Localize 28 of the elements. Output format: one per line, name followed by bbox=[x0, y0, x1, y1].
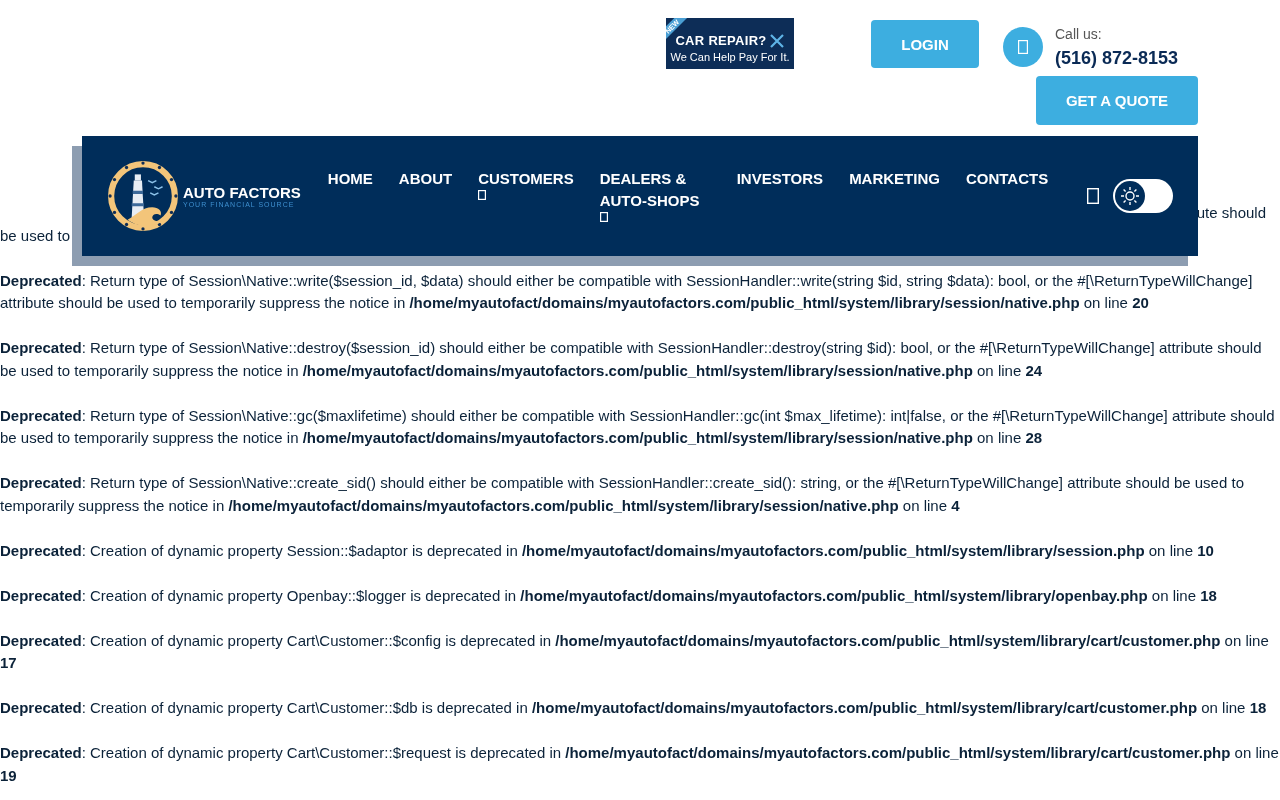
lighthouse-logo-icon bbox=[107, 160, 179, 232]
deprecation-notice: Deprecated: Creation of dynamic property Cart\Customer::$config is deprecated in /home/myautofact/domains/myautofactors.com/public_html/system/library/cart/customer.php on line 17 bbox=[0, 630, 1270, 673]
sun-icon bbox=[1120, 186, 1140, 206]
theme-toggle[interactable] bbox=[1113, 179, 1173, 213]
nav-item[interactable]: MARKETING bbox=[836, 168, 953, 222]
nav-item[interactable]: INVESTORS bbox=[723, 168, 837, 222]
deprecation-notice: Deprecated: Creation of dynamic property Cart\Customer::$db is deprecated in /home/myautofact/domains/myautofactors.com/public_html/system/library/cart/customer.php on line 18 bbox=[0, 698, 1268, 718]
deprecation-notice: Deprecated: Return type of Session\Native::write($session_id, $data) should either be compatible with SessionHandler::write(string $id, string $data): bool, or the #[\ReturnTypeWillChange] attribute should be used to temporarily suppress the notice in /home/myautofact/domains/myautofactors.com/public_html/system/library/session/native.php on line 20 bbox=[0, 270, 1254, 313]
call-label: Call us: bbox=[1055, 26, 1102, 42]
placeholder-icon[interactable] bbox=[1087, 188, 1099, 204]
deprecation-notice: Deprecated: Return type of Session\Native::gc($maxlifetime) should either be compatible with SessionHandler::gc(int $max_lifetime): int|false, or the #[\ReturnTypeWillChange] attribute should be used to temporarily suppress the notice in /home/myautofact/domains/myautofactors.com/public_html/system/library/session/native.php on line 28 bbox=[0, 405, 1276, 448]
phone-icon bbox=[1003, 27, 1043, 67]
nav-item[interactable]: ABOUT bbox=[385, 168, 466, 222]
deprecation-notice: Deprecated: Creation of dynamic property Cart\Customer::$request is deprecated in /home/myautofact/domains/myautofactors.com/public_html/system/library/cart/customer.php on line 19 bbox=[0, 743, 1280, 786]
logo-name: AUTO FACTORS bbox=[183, 184, 301, 201]
notice-fragment: ute should bbox=[1196, 203, 1266, 223]
phone-number[interactable]: (516) 872-8153 bbox=[1055, 48, 1179, 69]
nav-item[interactable]: CUSTOMERS bbox=[465, 168, 587, 222]
deprecation-notice: Deprecated: Return type of Session\Native::destroy($session_id) should either be compatible with SessionHandler::destroy(string $id): bool, or the #[\ReturnTypeWillChange] attribute should be used to temporarily suppress the notice in /home/myautofact/domains/myautofactors.com/public_html/system/library/session/native.php on line 24 bbox=[0, 338, 1263, 381]
deprecation-notice: Deprecated: Creation of dynamic property Session::$adaptor is deprecated in /home/myautofact/domains/myautofactors.com/public_html/system/library/session.php on line 10 bbox=[0, 540, 1215, 561]
promo-title: CAR REPAIR? bbox=[675, 33, 767, 48]
promo-subtitle: We Can Help Pay For It. bbox=[669, 51, 791, 63]
deprecation-notice: Deprecated: Return type of Session\Native::create_sid() should either be compatible with SessionHandler::create_sid(): string, or the #[\ReturnTypeWillChange] attribute should be used to temporarily suppress the notice in /home/myautofact/domains/myautofactors.com/public_html/system/library/session/native.php on line 4 bbox=[0, 473, 1245, 516]
nav-item[interactable]: CONTACTS bbox=[952, 168, 1062, 222]
notice-fragment: be used to bbox=[0, 225, 71, 246]
nav-item[interactable]: HOME bbox=[314, 168, 386, 222]
nav-item[interactable]: DEALERS & AUTO-SHOPS bbox=[586, 168, 724, 222]
deprecation-notice: Deprecated: Creation of dynamic property Openbay::$logger is deprecated in /home/myautofact/domains/myautofactors.com/public_html/system/library/openbay.php on line 18 bbox=[0, 585, 1218, 606]
